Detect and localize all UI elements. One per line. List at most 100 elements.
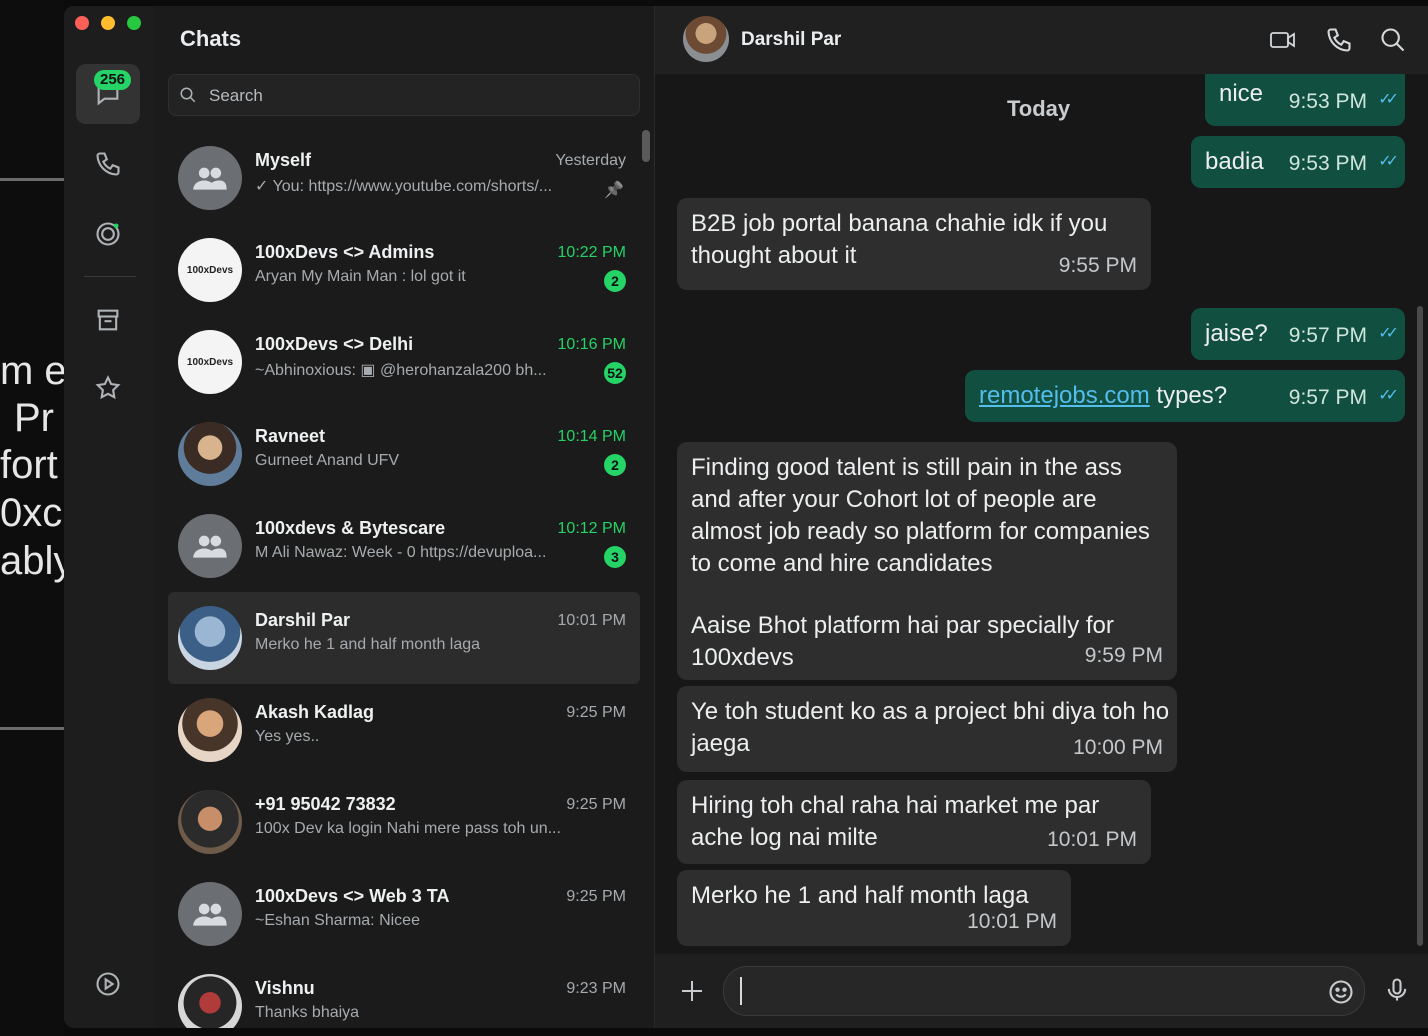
chat-name: Vishnu xyxy=(255,978,315,998)
group-icon xyxy=(193,535,227,558)
minimize-window-button[interactable] xyxy=(101,16,115,30)
chat-name: 100xDevs <> Web 3 TA xyxy=(255,886,450,906)
background-text: Pr xyxy=(14,396,54,440)
archive-icon xyxy=(97,309,119,331)
chat-name: Myself xyxy=(255,150,312,170)
chat-list-item[interactable]: 100xDevs 100xDevs <> Delhi ~Abhinoxious: ▣… xyxy=(168,316,640,408)
chat-preview: ~Abhinoxious: ▣ @herohanzala200 bh... xyxy=(255,362,547,379)
day-separator: Today xyxy=(1007,96,1071,121)
chat-preview: ~Eshan Sharma: Nicee xyxy=(255,912,420,929)
chat-avatar xyxy=(178,606,242,670)
message-text: types? xyxy=(1149,382,1228,409)
message-time: 9:59 PM xyxy=(1084,644,1163,667)
conversation-scrollbar[interactable] xyxy=(1417,306,1423,946)
nav-starred-button[interactable] xyxy=(76,358,140,418)
message-link[interactable]: remotejobs.com xyxy=(979,382,1150,409)
message-composer xyxy=(655,954,1428,1028)
chat-list-item[interactable]: Myself ✓ You: https://www.youtube.com/sho… xyxy=(168,132,640,224)
microphone-icon xyxy=(1387,978,1407,1001)
chat-list-item[interactable]: +91 95042 73832 100x Dev ka login Nahi me… xyxy=(168,776,640,868)
message-time: 9:57 PM xyxy=(1288,386,1367,409)
message-time: 9:53 PM xyxy=(1288,90,1367,113)
background-text: 0xc xyxy=(0,491,63,535)
chat-time: 9:25 PM xyxy=(566,888,626,905)
message-time: 10:01 PM xyxy=(1047,828,1137,851)
divider xyxy=(0,727,64,730)
chat-avatar: 100xDevs xyxy=(178,238,242,302)
chat-list-item[interactable]: Ravneet Gurneet Anand UFV 10:14 PM 2 xyxy=(168,408,640,500)
message-bubble-incoming[interactable]: Ye toh student ko as a project bhi diya … xyxy=(677,686,1177,772)
chat-avatar xyxy=(178,882,242,946)
message-bubble-incoming[interactable]: Hiring toh chal raha hai market me par a… xyxy=(677,780,1151,864)
emoji-icon xyxy=(1329,980,1353,1004)
starred-icon xyxy=(95,375,121,400)
chat-time: 9:23 PM xyxy=(566,980,626,997)
close-window-button[interactable] xyxy=(75,16,89,30)
settings-icon xyxy=(96,972,120,996)
chat-time: 10:22 PM xyxy=(557,244,626,261)
chat-list-item[interactable]: 100xDevs 100xDevs <> Admins Aryan My Main … xyxy=(168,224,640,316)
whatsapp-window: 256 Chats Myself ✓ You: https://www.youtu… xyxy=(64,6,1428,1028)
chat-list-item[interactable]: Akash Kadlag Yes yes.. 9:25 PM xyxy=(168,684,640,776)
chat-name: 100xDevs <> Delhi xyxy=(255,334,414,354)
message-time: 9:57 PM xyxy=(1288,324,1367,347)
message-time: 10:00 PM xyxy=(1073,736,1163,759)
message-text: nice xyxy=(1219,80,1264,107)
chat-list-title: Chats xyxy=(180,26,242,51)
chat-list-item[interactable]: 100xdevs & Bytescare M Ali Nawaz: Week - … xyxy=(168,500,640,592)
unread-count-badge: 256 xyxy=(94,70,132,90)
contact-avatar[interactable] xyxy=(683,16,729,62)
message-text: badia xyxy=(1205,148,1264,175)
chat-name: Darshil Par xyxy=(255,610,351,630)
chat-preview: Merko he 1 and half month laga xyxy=(255,636,481,653)
nav-settings-button[interactable] xyxy=(76,954,140,1014)
chat-avatar xyxy=(178,146,242,210)
chat-avatar xyxy=(178,422,242,486)
divider xyxy=(0,178,64,181)
search-box[interactable] xyxy=(168,74,640,116)
read-receipt-icon: ✓✓ xyxy=(1378,153,1399,170)
unread-badge: 2 xyxy=(604,270,626,292)
chat-list-item[interactable]: Darshil Par Merko he 1 and half month lag… xyxy=(168,592,640,684)
chat-preview: 100x Dev ka login Nahi mere pass toh un.… xyxy=(255,820,561,837)
chat-preview: Gurneet Anand UFV xyxy=(255,452,400,469)
chat-preview: Yes yes.. xyxy=(255,728,320,745)
chat-name: 100xDevs <> Admins xyxy=(255,242,435,262)
chat-preview: M Ali Nawaz: Week - 0 https://devuploa..… xyxy=(255,544,547,561)
video-call-button[interactable] xyxy=(1269,26,1297,54)
chat-list-scrollbar[interactable] xyxy=(642,130,650,162)
zoom-window-button[interactable] xyxy=(127,16,141,30)
chat-preview: Aryan My Main Man : lol got it xyxy=(255,268,466,285)
message-bubble-incoming[interactable]: B2B job portal banana chahie idk if you … xyxy=(677,198,1151,290)
nav-calls-button[interactable] xyxy=(76,134,140,194)
message-bubble-outgoing[interactable]: badia 9:53 PM ✓✓ xyxy=(1191,136,1405,188)
chat-avatar xyxy=(178,790,242,854)
search-icon xyxy=(180,87,196,103)
chat-list-panel: Chats Myself ✓ You: https://www.youtube.c… xyxy=(154,6,654,1028)
chat-list-item[interactable]: 100xDevs <> Web 3 TA ~Eshan Sharma: Nicee… xyxy=(168,868,640,960)
message-bubble-incoming[interactable]: Finding good talent is still pain in the… xyxy=(677,442,1177,680)
emoji-button[interactable] xyxy=(1327,978,1355,1006)
chat-time: 9:25 PM xyxy=(566,704,626,721)
pin-icon: 📌 xyxy=(604,182,624,199)
message-input[interactable] xyxy=(723,966,1365,1016)
chat-avatar xyxy=(178,974,242,1028)
search-icon xyxy=(1381,28,1405,52)
message-bubble-outgoing[interactable]: nice 9:53 PM ✓✓ xyxy=(1205,74,1405,126)
voice-call-button[interactable] xyxy=(1325,26,1353,54)
attach-button[interactable] xyxy=(677,976,707,1006)
message-bubble-outgoing[interactable]: remotejobs.com types? 9:57 PM ✓✓ xyxy=(965,370,1405,422)
contact-name[interactable]: Darshil Par xyxy=(741,29,841,51)
message-text: jaise? xyxy=(1205,320,1268,347)
search-conversation-button[interactable] xyxy=(1379,26,1407,54)
chat-preview: ✓ You: https://www.youtube.com/shorts/..… xyxy=(255,178,553,195)
nav-archived-button[interactable] xyxy=(76,290,140,350)
chat-avatar xyxy=(178,698,242,762)
video-camera-icon xyxy=(1270,32,1295,48)
nav-status-button[interactable] xyxy=(76,204,140,264)
chat-list-item[interactable]: Vishnu Thanks bhaiya 9:23 PM xyxy=(168,960,640,1028)
message-bubble-outgoing[interactable]: jaise? 9:57 PM ✓✓ xyxy=(1191,308,1405,360)
search-input[interactable] xyxy=(207,81,631,111)
message-bubble-incoming[interactable]: Merko he 1 and half month laga 10:01 PM xyxy=(677,870,1071,946)
voice-message-button[interactable] xyxy=(1383,976,1411,1006)
